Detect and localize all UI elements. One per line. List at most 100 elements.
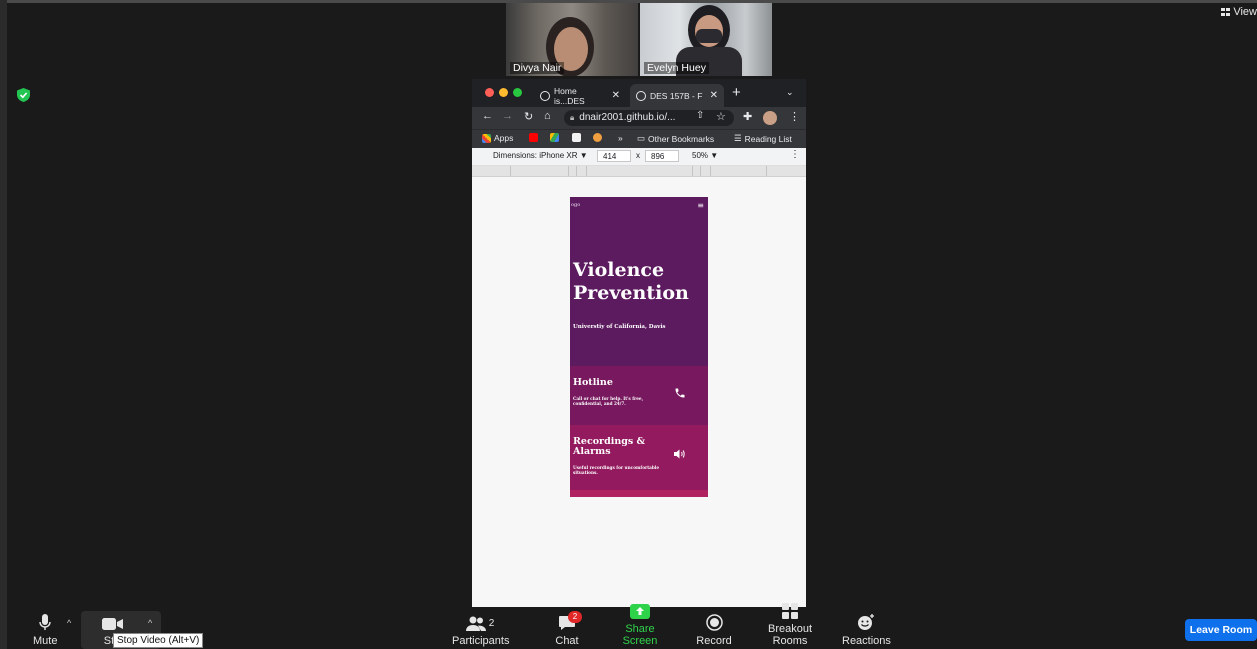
device-dimensions-select[interactable]: Dimensions: iPhone XR ▼ [493,151,588,160]
bookmarks-overflow[interactable]: » [618,133,623,143]
reload-icon[interactable]: ↻ [524,110,533,123]
dimension-separator: x [636,151,640,160]
tab-title: DES 157B - F [650,90,703,101]
folder-icon: ▭ [637,133,646,143]
hero-title-line: Violence [573,259,665,281]
window-left-edge [0,0,7,649]
share-icon[interactable]: ⇧ [696,110,704,121]
viewport-width-input[interactable]: 414 [597,150,631,162]
participants-button[interactable]: 2 Participants [452,616,510,647]
card-description: Useful recordings for uncomfortable situ… [573,465,660,475]
mute-button[interactable]: Mute [33,614,57,647]
participant-name: Divya Nair [510,62,565,74]
bookmark-apps[interactable]: Apps [482,133,513,143]
bookmarks-bar: Apps » ▭ Other Bookmarks ☰ Reading List [472,129,806,148]
tab-title: Home is...DES [554,85,585,106]
address-bar: ← → ↻ ⌂ 🔒︎ dnair2001.github.io/... ⇧ ☆ ✚ … [472,107,806,129]
close-tab-icon[interactable]: ✕ [710,90,718,101]
profile-avatar-icon[interactable] [763,111,777,125]
reading-list-icon: ☰ [734,133,742,143]
forward-arrow-icon[interactable]: → [502,110,513,122]
view-label: View [1233,6,1257,18]
google-drive-icon[interactable] [550,133,559,142]
maximize-window-icon[interactable] [513,88,522,97]
participants-count: 2 [488,618,495,629]
browser-menu-icon[interactable]: ⋮ [789,110,800,123]
participants-label: Participants [452,635,510,647]
card-title: Recordings & Alarms [573,437,645,457]
bookmark-site-icon[interactable] [593,133,602,142]
share-screen-button[interactable]: Share Screen [608,604,672,647]
bookmark-other-bookmarks[interactable]: ▭ Other Bookmarks [637,133,714,144]
new-tab-icon[interactable]: + [732,84,741,101]
youtube-icon[interactable] [529,133,538,142]
browser-tab-strip: Home is...DES ✕ DES 157B - F ✕ + ⌄ [472,79,806,107]
participant-video-tile[interactable]: Divya Nair [506,3,638,76]
browser-tab-active[interactable]: DES 157B - F ✕ [630,84,724,107]
participants-icon [465,616,486,631]
viewport-height-input[interactable]: 896 [645,150,679,162]
apps-grid-icon [482,133,491,143]
close-window-icon[interactable] [485,88,494,97]
microphone-icon [39,614,51,630]
bookmark-star-icon[interactable]: ☆ [716,110,726,123]
hero-title: Violence Prevention [573,259,689,305]
hero-subtitle: Universtiy of California, Davis [573,324,666,330]
participant-name: Evelyn Huey [644,62,709,74]
chat-unread-badge: 2 [568,611,582,623]
speaker-icon [674,449,685,459]
share-screen-icon [630,604,650,619]
globe-icon [540,90,550,101]
audio-options-chevron-icon[interactable]: ^ [67,618,71,628]
device-toolbar-menu-icon[interactable]: ⋮ [790,149,800,160]
leave-room-button[interactable]: Leave Room [1185,619,1257,641]
hotline-card[interactable]: Hotline Call or chat for help. It's free… [570,366,708,425]
gallery-grid-icon [1221,8,1231,16]
mute-label: Mute [33,635,58,647]
chat-label: Chat [555,635,579,647]
media-query-ruler[interactable] [472,166,806,177]
phone-icon [675,388,685,398]
breakout-rooms-icon [782,603,798,619]
breakout-rooms-button[interactable]: Breakout Rooms [751,603,829,647]
video-camera-icon [101,618,123,630]
hero-section: ogo ≡ Violence Prevention Universtiy of … [570,197,708,366]
close-tab-icon[interactable]: ✕ [612,90,620,101]
next-card[interactable] [570,490,708,497]
extensions-icon[interactable]: ✚ [743,110,752,123]
recordings-card[interactable]: Recordings & Alarms Useful recordings fo… [570,425,708,490]
record-icon [705,614,723,631]
zoom-select[interactable]: 50% ▼ [692,151,718,160]
reactions-smiley-icon [858,614,874,630]
face-mask [696,29,722,43]
browser-tab[interactable]: Home is...DES ✕ [534,84,626,107]
hamburger-menu-icon[interactable]: ≡ [697,201,704,210]
bookmark-label: Reading List [744,133,792,144]
share-screen-label: Share Screen [622,623,658,647]
home-icon[interactable]: ⌂ [544,110,551,122]
tab-search-chevron-icon[interactable]: ⌄ [786,87,794,98]
participants-icon-group: 2 [452,616,508,631]
bookmark-label: Apps [494,133,514,143]
back-arrow-icon[interactable]: ← [482,110,493,122]
url-input[interactable]: 🔒︎ dnair2001.github.io/... [564,110,734,126]
device-toolbar: Dimensions: iPhone XR ▼ 414 x 896 50% ▼ … [472,148,806,166]
amazon-icon[interactable] [572,133,581,142]
record-button[interactable]: Record [696,614,732,647]
record-label: Record [696,635,732,647]
participant-video-tile[interactable]: Evelyn Huey [640,3,772,76]
bookmark-reading-list[interactable]: ☰ Reading List [734,133,792,144]
url-text: dnair2001.github.io/... [579,112,676,123]
video-options-chevron-icon[interactable]: ^ [148,618,152,628]
breakout-rooms-label: Breakout Rooms [767,623,813,647]
view-button[interactable]: View [1221,6,1257,18]
reactions-button[interactable]: Reactions [842,614,891,647]
minimize-window-icon[interactable] [499,88,508,97]
card-title-line: Alarms [573,446,611,457]
lock-icon: 🔒︎ [570,113,575,122]
site-logo[interactable]: ogo [571,202,580,208]
shared-browser-window: Home is...DES ✕ DES 157B - F ✕ + ⌄ ← → ↻… [472,79,806,607]
encryption-shield-icon[interactable] [17,88,30,102]
stop-video-tooltip: Stop Video (Alt+V) [113,633,204,648]
globe-icon [636,90,646,101]
